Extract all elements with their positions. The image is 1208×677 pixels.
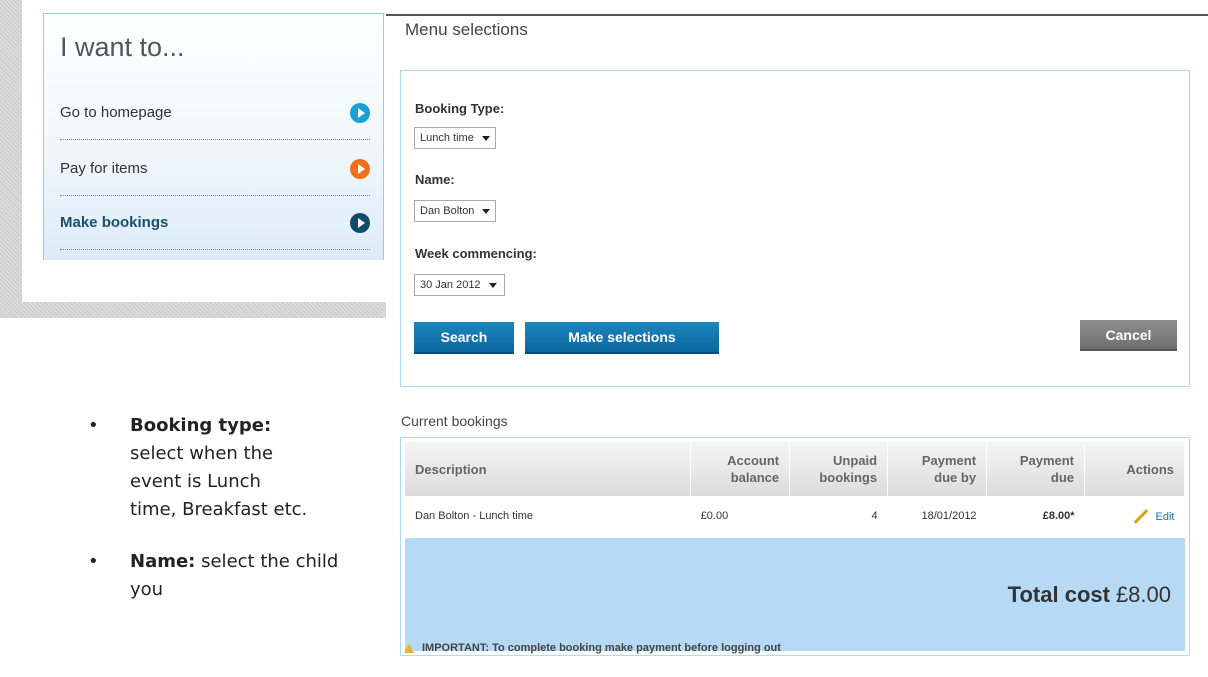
col-description: Description	[405, 442, 692, 496]
col-payment-due-by: Payment due by	[887, 442, 988, 496]
table-row: Dan Bolton - Lunch time £0.00 4 18/01/20…	[405, 496, 1185, 536]
instruction-desc: select when the event is Lunch time, Bre…	[130, 443, 308, 520]
col-unpaid-bookings: Unpaid bookings	[789, 442, 889, 496]
booking-type-label: Booking Type:	[415, 101, 505, 116]
booking-type-select[interactable]: Lunch time	[414, 127, 496, 149]
col-actions: Actions	[1084, 442, 1185, 496]
cell-description: Dan Bolton - Lunch time	[415, 510, 534, 522]
current-bookings-heading: Current bookings	[401, 413, 508, 429]
menu-heading: Menu selections	[405, 20, 528, 39]
important-text: IMPORTANT: To complete booking make paym…	[422, 642, 781, 654]
col-account-balance: Account balance	[690, 442, 791, 496]
search-button[interactable]: Search	[414, 322, 514, 354]
instruction-term: Name:	[130, 551, 196, 572]
iwant-item-pay[interactable]: Pay for items	[60, 142, 370, 196]
current-bookings-panel: Description Account balance Unpaid booking…	[400, 437, 1190, 656]
play-circle-icon	[350, 212, 370, 233]
name-select[interactable]: Dan Bolton	[414, 200, 496, 222]
iwant-item-label: Pay for items	[60, 160, 148, 177]
play-circle-icon	[350, 102, 370, 123]
week-commencing-select[interactable]: 30 Jan 2012	[414, 274, 505, 296]
play-circle-icon	[350, 158, 370, 179]
cell-unpaid-bookings: 4	[871, 510, 878, 522]
name-value: Dan Bolton	[420, 205, 475, 217]
iwant-panel: I want to... Go to homepage Pay for item…	[43, 13, 384, 260]
warning-icon	[404, 643, 414, 653]
week-commencing-label: Week commencing:	[415, 246, 537, 261]
table-header-row: Description Account balance Unpaid booking…	[405, 442, 1185, 496]
menu-selections-panel: Booking Type: Lunch time Name: Dan Bolto…	[400, 70, 1190, 387]
chevron-down-icon	[488, 282, 497, 288]
iwant-title: I want to...	[60, 32, 185, 62]
total-cost-value: £8.00	[1115, 581, 1171, 607]
make-selections-button[interactable]: Make selections	[525, 322, 719, 354]
chevron-down-icon	[481, 135, 490, 141]
top-divider	[386, 14, 1208, 16]
edit-label: Edit	[1155, 510, 1175, 523]
booking-type-value: Lunch time	[420, 132, 474, 144]
cell-payment-due: £8.00*	[1042, 510, 1075, 522]
instruction-item: • Name: select the child you	[88, 548, 348, 604]
iwant-item-homepage[interactable]: Go to homepage	[60, 86, 370, 140]
week-commencing-value: 30 Jan 2012	[420, 279, 481, 291]
instructions-list: • Booking type: select when the event is…	[88, 412, 348, 628]
bullet-icon: •	[88, 415, 99, 436]
cancel-button[interactable]: Cancel	[1080, 320, 1177, 351]
pencil-icon	[1133, 509, 1148, 525]
bookings-table: Description Account balance Unpaid booking…	[405, 442, 1185, 536]
col-payment-due: Payment due	[986, 442, 1086, 496]
name-label: Name:	[415, 172, 455, 187]
chevron-down-icon	[482, 208, 491, 214]
total-cost-label: Total cost	[1007, 581, 1110, 607]
iwant-item-bookings[interactable]: Make bookings	[60, 196, 370, 250]
iwant-item-label: Make bookings	[60, 214, 169, 231]
instruction-item: • Booking type: select when the event is…	[88, 412, 348, 524]
cell-account-balance: £0.00	[700, 510, 729, 522]
instruction-term: Booking type:	[130, 415, 272, 436]
edit-link[interactable]: Edit	[1132, 509, 1175, 525]
cell-payment-due-by: 18/01/2012	[921, 510, 977, 522]
cell-actions: Edit	[1085, 496, 1185, 536]
bullet-icon: •	[88, 551, 99, 572]
important-notice: IMPORTANT: To complete booking make paym…	[404, 642, 781, 654]
iwant-item-label: Go to homepage	[60, 104, 172, 121]
total-cost-band: Total cost £8.00	[405, 538, 1185, 651]
